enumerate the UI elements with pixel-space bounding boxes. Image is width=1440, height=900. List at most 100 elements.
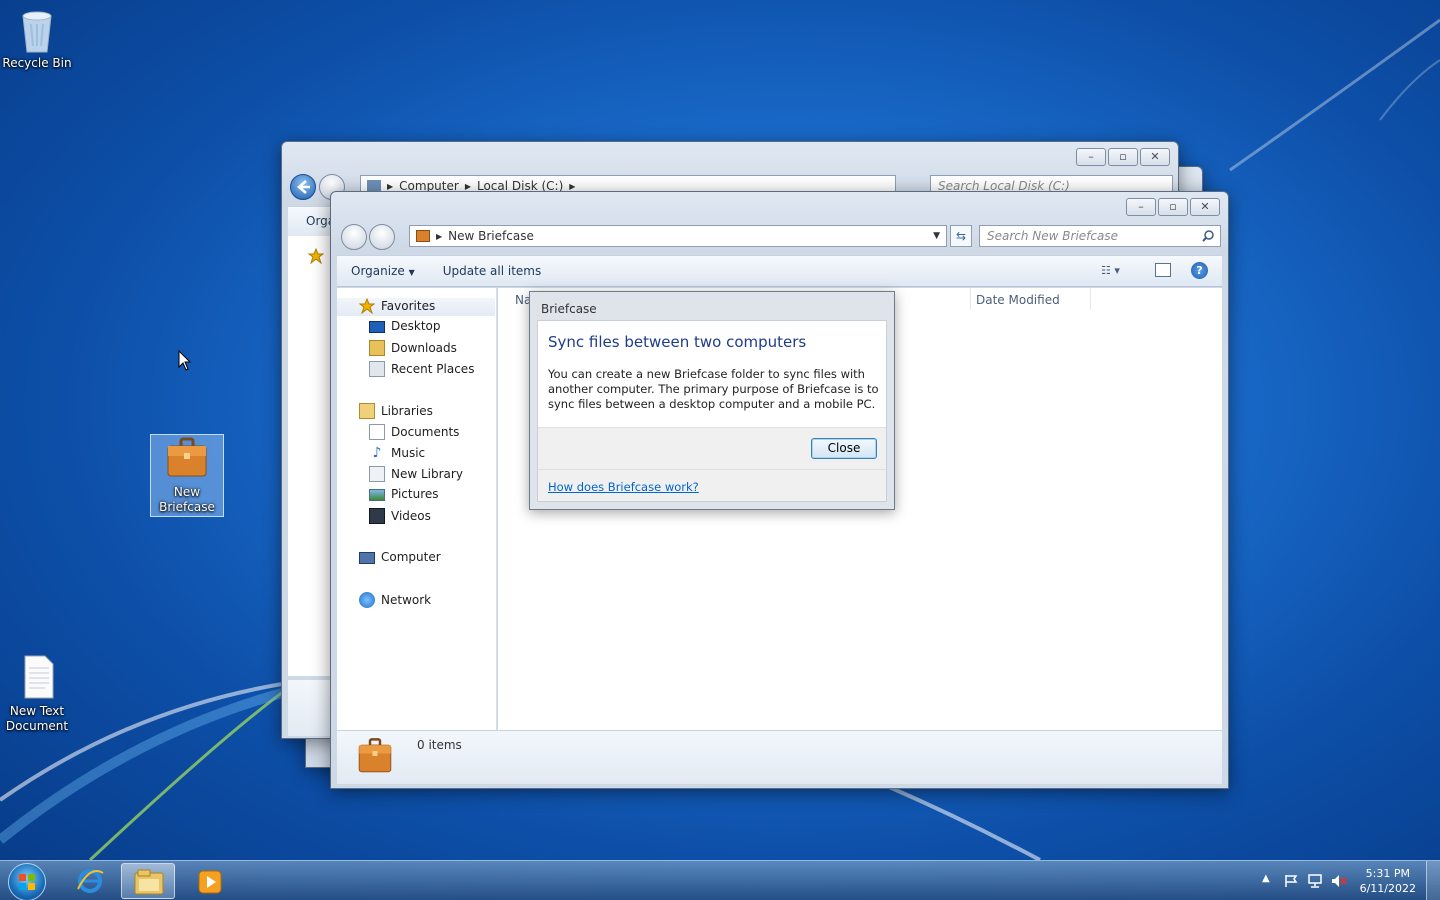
close-button[interactable]: Close	[811, 438, 877, 459]
nav-network[interactable]: Network	[359, 592, 431, 608]
desktop-icon	[369, 321, 385, 333]
view-options-icon[interactable]: ☷ ▾	[1101, 264, 1120, 277]
desktop-icon-label: Recycle Bin	[2, 56, 72, 70]
nav-item-pictures[interactable]: Pictures	[369, 487, 439, 501]
nav-item-videos[interactable]: Videos	[369, 508, 431, 524]
clock-time: 5:31 PM	[1365, 867, 1410, 880]
nav-computer[interactable]: Computer	[359, 550, 441, 564]
preview-pane-icon[interactable]	[1155, 263, 1171, 277]
help-link[interactable]: How does Briefcase work?	[548, 480, 699, 494]
search-icon	[1202, 230, 1214, 242]
desktop-icon-recycle-bin[interactable]: Recycle Bin	[0, 6, 74, 71]
media-player-icon	[198, 870, 222, 894]
nav-item-downloads[interactable]: Downloads	[369, 340, 457, 356]
breadcrumb-new-briefcase[interactable]: New Briefcase	[448, 229, 534, 243]
text-document-icon	[13, 654, 61, 702]
nav-label: Desktop	[391, 319, 441, 333]
address-bar[interactable]: ▶ New Briefcase ▼	[409, 225, 947, 247]
maximize-button[interactable]: ▫	[1108, 148, 1138, 166]
search-input[interactable]: Search New Briefcase	[979, 225, 1221, 247]
nav-favorites[interactable]: Favorites	[359, 298, 435, 314]
downloads-folder-icon	[369, 340, 385, 356]
nav-item-music[interactable]: ♪ Music	[369, 445, 426, 461]
computer-icon	[359, 552, 375, 564]
music-note-icon: ♪	[372, 445, 382, 461]
status-item-count: 0 items	[417, 738, 462, 752]
breadcrumb-separator-icon: ▶	[436, 231, 443, 241]
nav-label: Network	[381, 593, 432, 607]
column-header-date-modified[interactable]: Date Modified	[976, 293, 1060, 307]
forward-button[interactable]	[369, 224, 395, 250]
chevron-down-icon: ▼	[408, 268, 415, 277]
search-placeholder: Search New Briefcase	[987, 229, 1118, 243]
toolbar: Organize ▼ Update all items ☷ ▾ ?	[337, 255, 1222, 287]
close-button[interactable]: ✕	[1140, 148, 1170, 166]
dialog-heading: Sync files between two computers	[548, 333, 807, 351]
nav-item-desktop[interactable]: Desktop	[369, 319, 441, 333]
nav-item-new-library[interactable]: New Library	[369, 466, 463, 482]
favorites-star-icon	[359, 298, 375, 314]
minimize-button[interactable]: –	[1126, 198, 1156, 216]
navigation-pane: Favorites Desktop Downloads Recent Place…	[337, 288, 497, 730]
show-desktop-button[interactable]	[1426, 861, 1440, 900]
help-icon[interactable]: ?	[1191, 262, 1208, 279]
nav-label: Computer	[381, 550, 441, 564]
dialog-title: Briefcase	[541, 302, 597, 316]
organize-label: Organize	[351, 264, 405, 278]
windows-logo-icon	[19, 874, 35, 890]
minimize-button[interactable]: –	[1076, 148, 1106, 166]
update-all-items-button[interactable]: Update all items	[443, 264, 541, 278]
back-button[interactable]	[341, 224, 367, 250]
recent-places-icon	[369, 361, 385, 377]
back-arrow-icon	[297, 180, 310, 194]
nav-item-documents[interactable]: Documents	[369, 424, 459, 440]
maximize-button[interactable]: ▫	[1158, 198, 1188, 216]
documents-icon	[369, 424, 385, 440]
action-center-flag-icon[interactable]	[1283, 874, 1299, 888]
breadcrumb-separator-icon: ▶	[387, 181, 394, 191]
desktop-icon-new-text-document[interactable]: New Text Document	[0, 654, 74, 734]
close-button[interactable]: ✕	[1190, 198, 1220, 216]
nav-label: Favorites	[381, 299, 436, 313]
desktop-icon-label: New Briefcase	[159, 485, 215, 514]
nav-libraries[interactable]: Libraries	[359, 403, 433, 419]
briefcase-small-icon	[416, 230, 430, 242]
network-tray-icon[interactable]	[1307, 874, 1323, 888]
nav-label: Music	[391, 446, 426, 460]
nav-label: Libraries	[381, 404, 433, 418]
libraries-icon	[359, 403, 375, 419]
start-button[interactable]	[8, 863, 46, 900]
taskbar-windows-explorer[interactable]	[121, 863, 175, 899]
show-hidden-icons-icon[interactable]: ▲	[1262, 873, 1270, 884]
network-icon	[359, 592, 375, 608]
back-button[interactable]	[290, 174, 316, 200]
taskbar-internet-explorer[interactable]	[63, 863, 117, 899]
dialog-button-area: Close	[538, 427, 886, 469]
videos-icon	[369, 508, 385, 524]
taskbar: ▲ 5:31 PM 6/11/2022	[0, 860, 1440, 900]
caption-buttons: – ▫ ✕	[1076, 148, 1170, 166]
refresh-button[interactable]: ⇆	[950, 225, 972, 247]
favorites-star-icon	[308, 248, 324, 264]
desktop-icon-new-briefcase[interactable]: New Briefcase	[150, 434, 224, 517]
folder-icon	[134, 869, 164, 895]
desktop-icon-label: New Text Document	[5, 704, 69, 733]
address-dropdown-icon[interactable]: ▼	[933, 231, 940, 241]
taskbar-media-player[interactable]	[183, 863, 237, 899]
dialog-body: You can create a new Briefcase folder to…	[548, 367, 879, 411]
nav-label: New Library	[391, 467, 463, 481]
recycle-bin-icon	[13, 6, 61, 54]
clock-date: 6/11/2022	[1359, 882, 1416, 895]
breadcrumb-separator-icon: ▶	[569, 181, 576, 191]
nav-label: Videos	[391, 509, 431, 523]
organize-menu[interactable]: Organize ▼	[351, 264, 415, 278]
details-pane: 0 items	[337, 730, 1222, 784]
clock[interactable]: 5:31 PM 6/11/2022	[1360, 866, 1416, 896]
briefcase-dialog[interactable]: Briefcase Sync files between two compute…	[529, 291, 895, 510]
breadcrumb-separator-icon: ▶	[464, 181, 471, 191]
briefcase-icon	[358, 738, 392, 773]
nav-label: Recent Places	[391, 362, 475, 376]
nav-label: Downloads	[391, 341, 457, 355]
volume-muted-icon[interactable]	[1331, 874, 1347, 888]
nav-item-recent-places[interactable]: Recent Places	[369, 361, 474, 377]
